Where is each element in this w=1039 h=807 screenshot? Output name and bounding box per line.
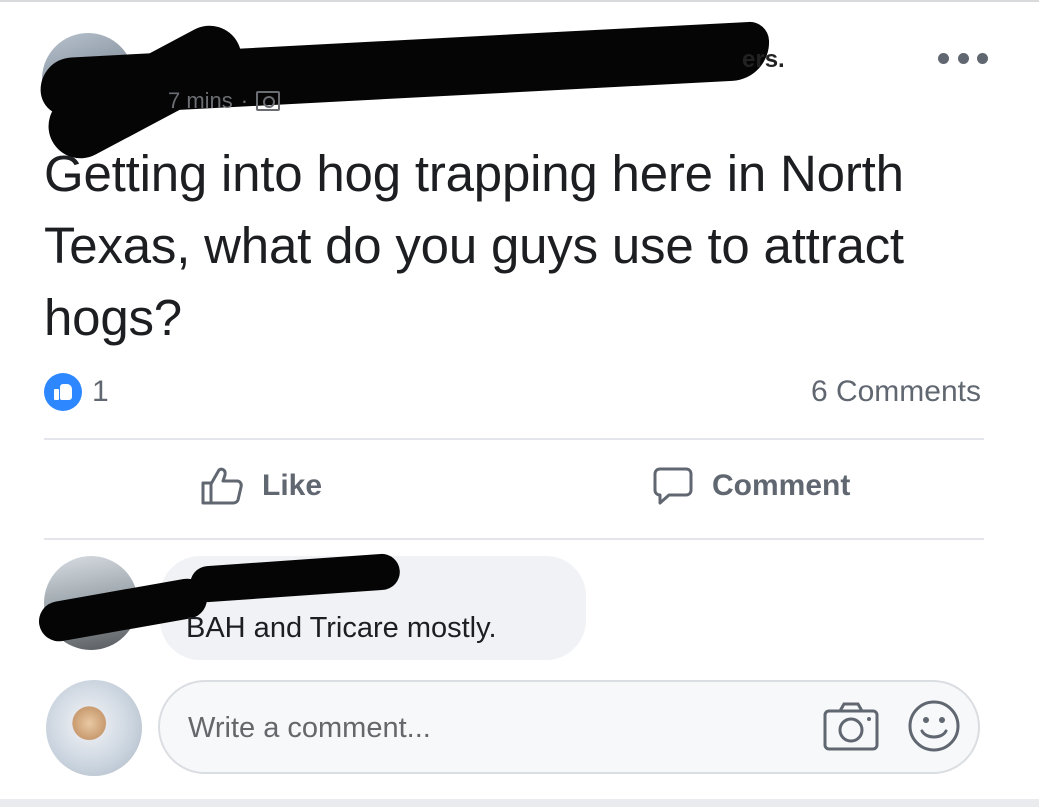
bottom-divider — [0, 799, 1039, 807]
reactions-summary[interactable]: 1 — [44, 373, 109, 411]
comment-input-placeholder[interactable]: Write a comment... — [188, 712, 431, 745]
post-time[interactable]: 7 mins — [168, 88, 233, 114]
meta-separator: · — [240, 88, 249, 113]
comment-button[interactable]: Comment — [652, 466, 850, 506]
like-button[interactable]: Like — [200, 466, 322, 506]
comments-count-link[interactable]: 6 Comments — [811, 375, 981, 409]
more-horizontal-icon[interactable] — [938, 48, 988, 68]
like-reaction-icon — [44, 373, 82, 411]
camera-icon[interactable] — [822, 700, 880, 752]
friends-audience-icon — [256, 91, 281, 111]
redaction-mark — [38, 20, 772, 118]
divider — [44, 538, 984, 540]
comment-text: BAH and Tricare mostly. — [186, 612, 497, 644]
thumbs-up-icon — [200, 466, 244, 506]
current-user-avatar — [46, 680, 142, 776]
top-divider — [0, 0, 1039, 2]
speech-bubble-icon — [652, 466, 694, 506]
like-label: Like — [262, 469, 323, 502]
divider — [44, 438, 984, 440]
comment-label: Comment — [712, 469, 851, 502]
post-meta: 7 mins · — [168, 88, 281, 114]
post-text: Getting into hog trapping here in North … — [44, 145, 904, 346]
smiley-icon[interactable] — [906, 698, 962, 754]
reaction-count: 1 — [92, 375, 109, 408]
author-name[interactable]: ers. — [742, 46, 785, 74]
